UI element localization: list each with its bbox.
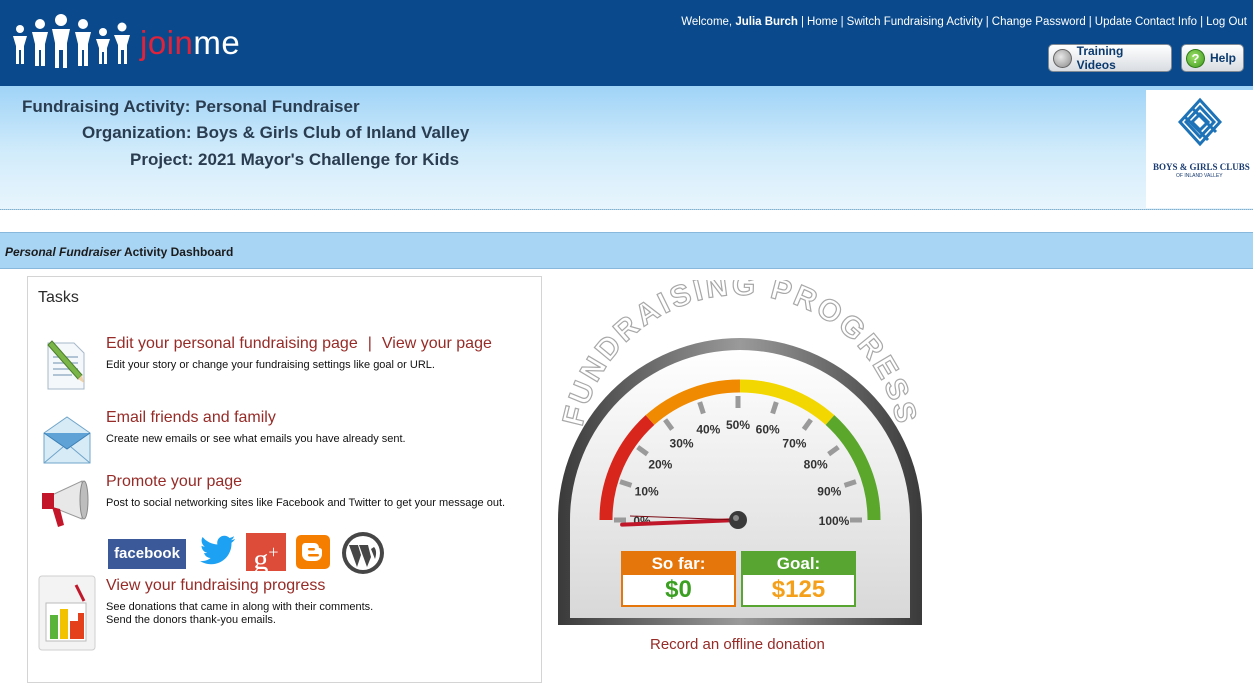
google-plus-icon[interactable]: g+ [246, 533, 286, 576]
blogger-icon[interactable] [296, 535, 330, 569]
view-page-link[interactable]: View your page [382, 335, 492, 352]
tasks-title: Tasks [38, 289, 79, 306]
gauge-tick-label: 10% [635, 484, 659, 498]
gauge-tick-label: 40% [696, 423, 720, 437]
training-videos-label: Training Videos [1076, 44, 1124, 72]
so-far-box: So far: $0 [621, 551, 736, 607]
promote-description: Post to social networking sites like Fac… [106, 497, 506, 509]
organization-logo: BOYS & GIRLS CLUBS OF INLAND VALLEY [1146, 90, 1253, 208]
home-link[interactable]: Home [807, 16, 838, 28]
bar-chart-icon [38, 575, 96, 651]
gauge-tick-label: 70% [782, 436, 806, 450]
organization-row: Organization: Boys & Girls Club of Inlan… [82, 123, 469, 143]
wordpress-icon[interactable] [341, 531, 385, 575]
twitter-icon[interactable] [200, 535, 236, 567]
joinme-logo[interactable]: joinme [10, 12, 270, 72]
question-icon: ? [1186, 48, 1205, 68]
activity-info-band: Fundraising Activity: Personal Fundraise… [0, 86, 1253, 210]
gauge-tick-mark [697, 401, 706, 415]
dashboard-title-rest: Activity Dashboard [123, 245, 234, 259]
gauge-tick-mark [843, 479, 857, 488]
organization-value: Boys & Girls Club of Inland Valley [196, 123, 470, 142]
activity-value: Personal Fundraiser [195, 97, 360, 116]
facebook-icon[interactable]: facebook [108, 539, 186, 569]
switch-activity-link[interactable]: Switch Fundraising Activity [847, 16, 983, 28]
progress-description-line2: Send the donors thank-you emails. [106, 614, 276, 626]
document-edit-icon [47, 340, 85, 390]
goal-value: $125 [771, 576, 826, 603]
goal-label: Goal: [743, 553, 854, 575]
top-header: joinme Welcome, Julia Burch | Home | Switch … [0, 0, 1253, 86]
gauge-tick-label: 30% [670, 436, 694, 450]
edit-page-link[interactable]: Edit your personal fundraising page [106, 335, 358, 352]
megaphone-icon [42, 480, 89, 527]
needle-hub-highlight [733, 515, 739, 521]
dashboard-title-bar: Personal Fundraiser Activity Dashboard [0, 232, 1253, 269]
film-reel-icon [1053, 48, 1072, 68]
update-contact-link[interactable]: Update Contact Info [1095, 16, 1197, 28]
diamond-logo-icon [1177, 97, 1223, 147]
welcome-text: Welcome, [681, 16, 733, 28]
goal-box: Goal: $125 [741, 551, 856, 607]
progress-description: See donations that came in along with th… [106, 601, 373, 627]
progress-link[interactable]: View your fundraising progress [106, 577, 325, 594]
envelope-icon [43, 416, 91, 464]
record-offline-donation-link[interactable]: Record an offline donation [650, 636, 825, 653]
brand-join: join [140, 24, 194, 61]
top-links: Welcome, Julia Burch | Home | Switch Fundrai… [681, 16, 1247, 28]
gauge-tick-mark [619, 479, 633, 488]
project-label: Project: [130, 150, 194, 169]
training-videos-button[interactable]: Training Videos [1048, 44, 1172, 72]
progress-description-line1: See donations that came in along with th… [106, 601, 374, 613]
organization-label: Organization: [82, 123, 192, 142]
tasks-panel: Tasks Edit your personal fundraising pag… [27, 276, 542, 683]
task-email: Email friends and family Create new emai… [38, 409, 533, 469]
blogger-glyph-icon [302, 543, 322, 561]
org-logo-subtitle: OF INLAND VALLEY [1176, 173, 1223, 179]
email-link[interactable]: Email friends and family [106, 409, 276, 426]
edit-page-description: Edit your story or change your fundraisi… [106, 359, 435, 371]
so-far-value: $0 [665, 576, 692, 603]
change-password-link[interactable]: Change Password [992, 16, 1086, 28]
gauge-tick-label: 20% [648, 458, 672, 472]
logout-link[interactable]: Log Out [1206, 16, 1247, 28]
gauge-tick-mark [770, 401, 779, 415]
activity-row: Fundraising Activity: Personal Fundraise… [22, 97, 360, 117]
gauge-tick-label: 90% [817, 484, 841, 498]
dashboard-title-italic: Personal Fundraiser [5, 245, 122, 259]
fundraising-progress-gauge: FUNDRAISING PROGRESS 0%10%20%30%40% 50% 60… [556, 280, 922, 625]
brand-me: me [193, 24, 241, 61]
help-button[interactable]: ? Help [1181, 44, 1244, 72]
promote-link[interactable]: Promote your page [106, 473, 242, 490]
activity-label: Fundraising Activity: [22, 97, 191, 116]
gauge-tick-label: 50% [726, 418, 750, 432]
task-edit-page: Edit your personal fundraising page | View… [38, 335, 533, 395]
so-far-label: So far: [623, 553, 734, 575]
gauge-tick-label: 60% [756, 423, 780, 437]
people-icon [13, 14, 130, 68]
email-description: Create new emails or see what emails you… [106, 433, 406, 445]
user-name: Julia Burch [735, 16, 798, 28]
help-label: Help [1209, 51, 1236, 65]
project-row: Project: 2021 Mayor's Challenge for Kids [130, 150, 459, 170]
gauge-tick-label: 100% [819, 514, 850, 528]
task-progress: View your fundraising progress See donat… [38, 575, 533, 657]
org-logo-name: BOYS & GIRLS CLUBS [1153, 162, 1250, 172]
project-value: 2021 Mayor's Challenge for Kids [198, 150, 460, 169]
gauge-tick-label: 80% [804, 458, 828, 472]
